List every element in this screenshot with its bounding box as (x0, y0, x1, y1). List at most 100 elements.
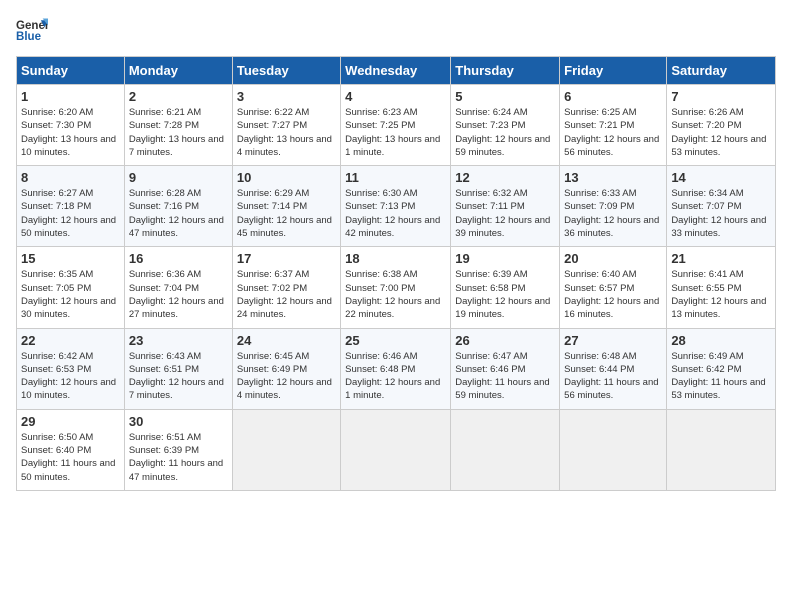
day-info: Sunrise: 6:33 AMSunset: 7:09 PMDaylight:… (564, 188, 659, 239)
day-number: 26 (455, 333, 555, 348)
day-info: Sunrise: 6:22 AMSunset: 7:27 PMDaylight:… (237, 107, 332, 158)
day-info: Sunrise: 6:32 AMSunset: 7:11 PMDaylight:… (455, 188, 550, 239)
day-info: Sunrise: 6:38 AMSunset: 7:00 PMDaylight:… (345, 269, 440, 320)
table-row: 23 Sunrise: 6:43 AMSunset: 6:51 PMDaylig… (124, 328, 232, 409)
day-number: 22 (21, 333, 120, 348)
day-number: 6 (564, 89, 662, 104)
day-info: Sunrise: 6:46 AMSunset: 6:48 PMDaylight:… (345, 351, 440, 402)
calendar-body: 1 Sunrise: 6:20 AMSunset: 7:30 PMDayligh… (17, 85, 776, 491)
day-number: 12 (455, 170, 555, 185)
day-number: 14 (671, 170, 771, 185)
calendar-row: 29 Sunrise: 6:50 AMSunset: 6:40 PMDaylig… (17, 409, 776, 490)
day-info: Sunrise: 6:36 AMSunset: 7:04 PMDaylight:… (129, 269, 224, 320)
table-row: 25 Sunrise: 6:46 AMSunset: 6:48 PMDaylig… (341, 328, 451, 409)
day-number: 29 (21, 414, 120, 429)
day-info: Sunrise: 6:40 AMSunset: 6:57 PMDaylight:… (564, 269, 659, 320)
day-number: 4 (345, 89, 446, 104)
col-sunday: Sunday (17, 57, 125, 85)
day-info: Sunrise: 6:42 AMSunset: 6:53 PMDaylight:… (21, 351, 116, 402)
day-number: 3 (237, 89, 336, 104)
calendar-row: 1 Sunrise: 6:20 AMSunset: 7:30 PMDayligh… (17, 85, 776, 166)
table-row: 26 Sunrise: 6:47 AMSunset: 6:46 PMDaylig… (451, 328, 560, 409)
day-number: 19 (455, 251, 555, 266)
day-number: 24 (237, 333, 336, 348)
table-row (451, 409, 560, 490)
table-row: 7 Sunrise: 6:26 AMSunset: 7:20 PMDayligh… (667, 85, 776, 166)
day-info: Sunrise: 6:45 AMSunset: 6:49 PMDaylight:… (237, 351, 332, 402)
table-row: 2 Sunrise: 6:21 AMSunset: 7:28 PMDayligh… (124, 85, 232, 166)
day-number: 2 (129, 89, 228, 104)
table-row (341, 409, 451, 490)
calendar-row: 22 Sunrise: 6:42 AMSunset: 6:53 PMDaylig… (17, 328, 776, 409)
day-number: 28 (671, 333, 771, 348)
day-number: 11 (345, 170, 446, 185)
day-info: Sunrise: 6:48 AMSunset: 6:44 PMDaylight:… (564, 351, 658, 402)
page-header: General Blue (16, 16, 776, 44)
svg-text:Blue: Blue (16, 31, 42, 43)
table-row: 13 Sunrise: 6:33 AMSunset: 7:09 PMDaylig… (560, 166, 667, 247)
table-row: 4 Sunrise: 6:23 AMSunset: 7:25 PMDayligh… (341, 85, 451, 166)
day-info: Sunrise: 6:25 AMSunset: 7:21 PMDaylight:… (564, 107, 659, 158)
day-info: Sunrise: 6:29 AMSunset: 7:14 PMDaylight:… (237, 188, 332, 239)
day-number: 15 (21, 251, 120, 266)
table-row: 11 Sunrise: 6:30 AMSunset: 7:13 PMDaylig… (341, 166, 451, 247)
day-number: 7 (671, 89, 771, 104)
day-number: 17 (237, 251, 336, 266)
col-wednesday: Wednesday (341, 57, 451, 85)
table-row: 19 Sunrise: 6:39 AMSunset: 6:58 PMDaylig… (451, 247, 560, 328)
table-row: 28 Sunrise: 6:49 AMSunset: 6:42 PMDaylig… (667, 328, 776, 409)
day-info: Sunrise: 6:49 AMSunset: 6:42 PMDaylight:… (671, 351, 765, 402)
day-info: Sunrise: 6:43 AMSunset: 6:51 PMDaylight:… (129, 351, 224, 402)
table-row: 14 Sunrise: 6:34 AMSunset: 7:07 PMDaylig… (667, 166, 776, 247)
table-row: 29 Sunrise: 6:50 AMSunset: 6:40 PMDaylig… (17, 409, 125, 490)
day-info: Sunrise: 6:23 AMSunset: 7:25 PMDaylight:… (345, 107, 440, 158)
calendar-table: Sunday Monday Tuesday Wednesday Thursday… (16, 56, 776, 491)
day-info: Sunrise: 6:21 AMSunset: 7:28 PMDaylight:… (129, 107, 224, 158)
col-friday: Friday (560, 57, 667, 85)
table-row: 22 Sunrise: 6:42 AMSunset: 6:53 PMDaylig… (17, 328, 125, 409)
table-row: 18 Sunrise: 6:38 AMSunset: 7:00 PMDaylig… (341, 247, 451, 328)
day-number: 27 (564, 333, 662, 348)
day-info: Sunrise: 6:51 AMSunset: 6:39 PMDaylight:… (129, 432, 223, 483)
table-row: 16 Sunrise: 6:36 AMSunset: 7:04 PMDaylig… (124, 247, 232, 328)
col-thursday: Thursday (451, 57, 560, 85)
calendar-row: 8 Sunrise: 6:27 AMSunset: 7:18 PMDayligh… (17, 166, 776, 247)
table-row: 8 Sunrise: 6:27 AMSunset: 7:18 PMDayligh… (17, 166, 125, 247)
day-info: Sunrise: 6:47 AMSunset: 6:46 PMDaylight:… (455, 351, 549, 402)
header-row: Sunday Monday Tuesday Wednesday Thursday… (17, 57, 776, 85)
col-tuesday: Tuesday (232, 57, 340, 85)
table-row: 30 Sunrise: 6:51 AMSunset: 6:39 PMDaylig… (124, 409, 232, 490)
day-number: 30 (129, 414, 228, 429)
day-info: Sunrise: 6:35 AMSunset: 7:05 PMDaylight:… (21, 269, 116, 320)
day-info: Sunrise: 6:50 AMSunset: 6:40 PMDaylight:… (21, 432, 115, 483)
day-info: Sunrise: 6:26 AMSunset: 7:20 PMDaylight:… (671, 107, 766, 158)
table-row: 21 Sunrise: 6:41 AMSunset: 6:55 PMDaylig… (667, 247, 776, 328)
table-row: 27 Sunrise: 6:48 AMSunset: 6:44 PMDaylig… (560, 328, 667, 409)
day-number: 10 (237, 170, 336, 185)
table-row (232, 409, 340, 490)
col-saturday: Saturday (667, 57, 776, 85)
day-info: Sunrise: 6:28 AMSunset: 7:16 PMDaylight:… (129, 188, 224, 239)
day-info: Sunrise: 6:30 AMSunset: 7:13 PMDaylight:… (345, 188, 440, 239)
table-row: 3 Sunrise: 6:22 AMSunset: 7:27 PMDayligh… (232, 85, 340, 166)
day-number: 9 (129, 170, 228, 185)
table-row: 10 Sunrise: 6:29 AMSunset: 7:14 PMDaylig… (232, 166, 340, 247)
day-number: 25 (345, 333, 446, 348)
table-row: 17 Sunrise: 6:37 AMSunset: 7:02 PMDaylig… (232, 247, 340, 328)
day-number: 13 (564, 170, 662, 185)
day-info: Sunrise: 6:37 AMSunset: 7:02 PMDaylight:… (237, 269, 332, 320)
table-row: 15 Sunrise: 6:35 AMSunset: 7:05 PMDaylig… (17, 247, 125, 328)
table-row (560, 409, 667, 490)
calendar-row: 15 Sunrise: 6:35 AMSunset: 7:05 PMDaylig… (17, 247, 776, 328)
table-row (667, 409, 776, 490)
day-number: 23 (129, 333, 228, 348)
col-monday: Monday (124, 57, 232, 85)
day-number: 16 (129, 251, 228, 266)
day-info: Sunrise: 6:27 AMSunset: 7:18 PMDaylight:… (21, 188, 116, 239)
day-number: 1 (21, 89, 120, 104)
day-info: Sunrise: 6:39 AMSunset: 6:58 PMDaylight:… (455, 269, 550, 320)
table-row: 5 Sunrise: 6:24 AMSunset: 7:23 PMDayligh… (451, 85, 560, 166)
day-number: 5 (455, 89, 555, 104)
table-row: 9 Sunrise: 6:28 AMSunset: 7:16 PMDayligh… (124, 166, 232, 247)
table-row: 6 Sunrise: 6:25 AMSunset: 7:21 PMDayligh… (560, 85, 667, 166)
